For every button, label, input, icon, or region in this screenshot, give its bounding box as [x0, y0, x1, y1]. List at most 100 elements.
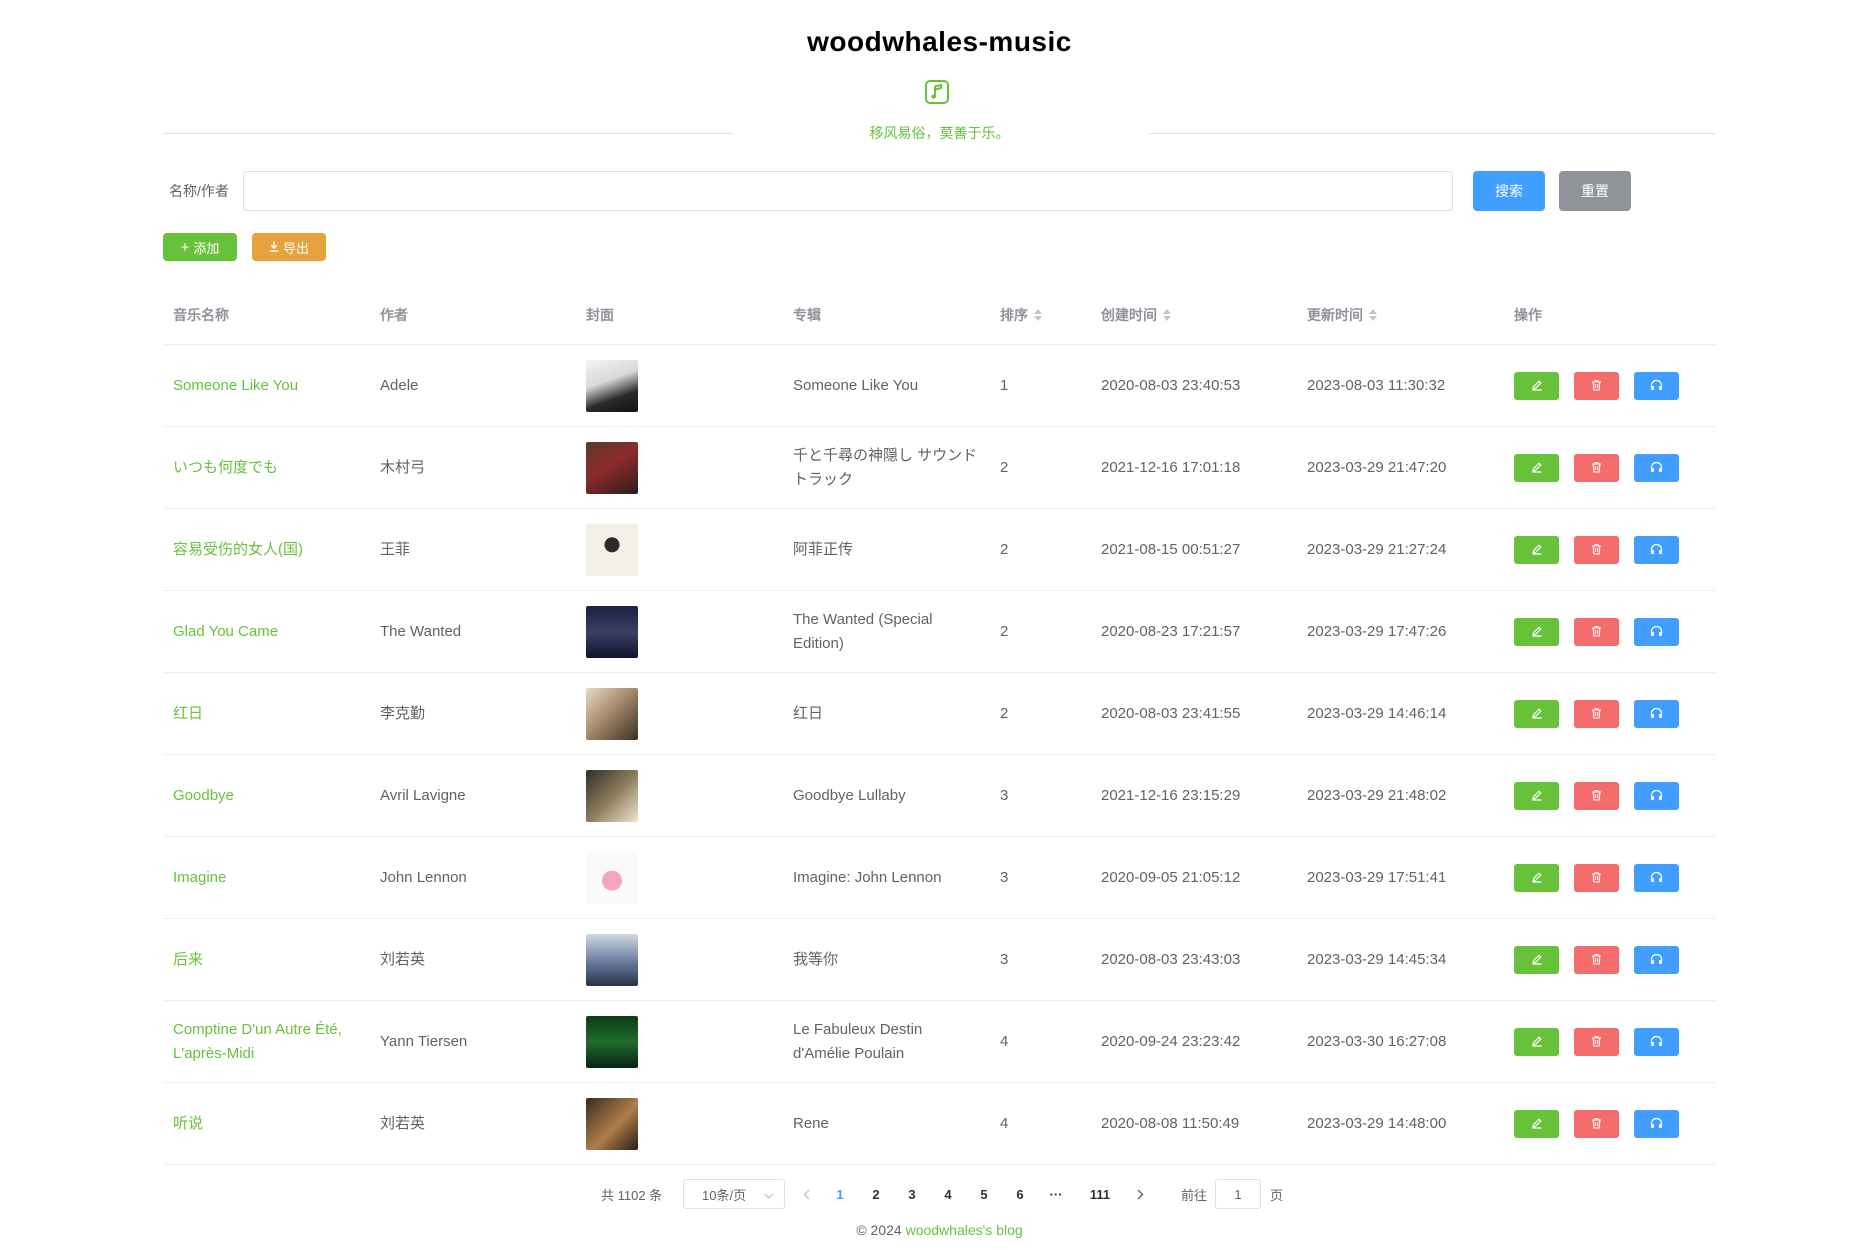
play-button[interactable] — [1634, 1028, 1679, 1056]
play-button[interactable] — [1634, 864, 1679, 892]
column-header-created[interactable]: 创建时间 — [1101, 305, 1171, 325]
trash-icon — [1591, 379, 1602, 394]
table-row: 容易受伤的女人(国) 王菲 阿菲正传 2 2021-08-15 00:51:27 2023… — [163, 509, 1716, 591]
song-created-time: 2020-08-03 23:43:03 — [1101, 951, 1241, 968]
edit-button[interactable] — [1514, 454, 1559, 482]
edit-button[interactable] — [1514, 864, 1559, 892]
play-button[interactable] — [1634, 946, 1679, 974]
column-header-updated[interactable]: 更新时间 — [1307, 305, 1377, 325]
column-header-sort[interactable]: 排序 — [1000, 305, 1042, 325]
song-updated-time: 2023-03-30 16:27:08 — [1307, 1033, 1447, 1050]
edit-button[interactable] — [1514, 536, 1559, 564]
album-cover-image[interactable] — [586, 606, 638, 658]
delete-button[interactable] — [1574, 618, 1619, 646]
album-cover-image[interactable] — [586, 934, 638, 986]
song-name[interactable]: 听说 — [173, 1083, 363, 1165]
album-cover-image[interactable] — [586, 1098, 638, 1150]
song-artist: John Lennon — [380, 869, 467, 886]
album-cover-image[interactable] — [586, 360, 638, 412]
next-page-button[interactable] — [1125, 1179, 1155, 1209]
edit-button[interactable] — [1514, 946, 1559, 974]
reset-button[interactable]: 重置 — [1559, 171, 1631, 211]
song-album: Rene — [793, 1115, 829, 1132]
blog-link[interactable]: woodwhales's blog — [906, 1222, 1023, 1238]
more-pages-button[interactable]: ··· — [1041, 1179, 1071, 1209]
cover-cell — [586, 427, 646, 509]
album-cover-image[interactable] — [586, 442, 638, 494]
row-actions — [1514, 345, 1704, 427]
song-created-time: 2021-12-16 17:01:18 — [1101, 459, 1241, 476]
delete-button[interactable] — [1574, 1028, 1619, 1056]
edit-button[interactable] — [1514, 618, 1559, 646]
export-button[interactable]: 导出 — [252, 233, 326, 261]
row-actions — [1514, 755, 1704, 837]
sort-caret-icon[interactable] — [1369, 309, 1377, 321]
chevron-down-icon — [764, 1187, 774, 1202]
delete-button[interactable] — [1574, 700, 1619, 728]
song-name[interactable]: 后来 — [173, 919, 363, 1001]
page-number[interactable]: 6 — [1005, 1179, 1035, 1209]
page-number[interactable]: 3 — [897, 1179, 927, 1209]
song-artist: Yann Tiersen — [380, 1033, 468, 1050]
delete-button[interactable] — [1574, 536, 1619, 564]
sort-caret-icon[interactable] — [1163, 309, 1171, 321]
song-name[interactable]: いつも何度でも — [173, 427, 363, 509]
song-name[interactable]: Comptine D'un Autre Été, L'après-Midi — [173, 1001, 363, 1083]
song-updated-time: 2023-03-29 17:51:41 — [1307, 869, 1447, 886]
delete-button[interactable] — [1574, 946, 1619, 974]
goto-page-input[interactable]: 1 — [1215, 1179, 1261, 1209]
delete-button[interactable] — [1574, 782, 1619, 810]
music-table: 音乐名称 作者 封面 专辑 排序 创建时间 更新时间 操作 Someone Li… — [163, 283, 1716, 1165]
edit-icon — [1531, 1117, 1543, 1132]
pagination: 共 1102 条 10条/页 1 2 3 4 5 6 ··· 111 前往 1 … — [163, 1179, 1716, 1209]
edit-button[interactable] — [1514, 1028, 1559, 1056]
page-number[interactable]: 5 — [969, 1179, 999, 1209]
edit-button[interactable] — [1514, 1110, 1559, 1138]
page-number[interactable]: 111 — [1083, 1179, 1117, 1209]
chevron-right-icon — [1137, 1189, 1143, 1199]
song-updated-time: 2023-03-29 14:48:00 — [1307, 1115, 1447, 1132]
edit-icon — [1531, 789, 1543, 804]
headphones-icon — [1650, 379, 1663, 394]
album-cover-image[interactable] — [586, 770, 638, 822]
edit-button[interactable] — [1514, 372, 1559, 400]
row-actions — [1514, 1083, 1704, 1165]
page-size-select[interactable]: 10条/页 — [683, 1179, 785, 1209]
column-header-name: 音乐名称 — [173, 307, 229, 323]
album-cover-image[interactable] — [586, 1016, 638, 1068]
prev-page-button[interactable] — [791, 1179, 821, 1209]
delete-button[interactable] — [1574, 864, 1619, 892]
play-button[interactable] — [1634, 454, 1679, 482]
page-number[interactable]: 4 — [933, 1179, 963, 1209]
play-button[interactable] — [1634, 700, 1679, 728]
song-name[interactable]: Glad You Came — [173, 591, 363, 673]
delete-button[interactable] — [1574, 372, 1619, 400]
song-sort: 4 — [1000, 1033, 1009, 1050]
play-button[interactable] — [1634, 536, 1679, 564]
search-input[interactable] — [243, 171, 1453, 211]
song-artist: 刘若英 — [380, 951, 426, 968]
song-name[interactable]: 红日 — [173, 673, 363, 755]
song-name[interactable]: Imagine — [173, 837, 363, 919]
play-button[interactable] — [1634, 372, 1679, 400]
edit-button[interactable] — [1514, 700, 1559, 728]
search-button[interactable]: 搜索 — [1473, 171, 1545, 211]
play-button[interactable] — [1634, 618, 1679, 646]
page-number[interactable]: 2 — [861, 1179, 891, 1209]
edit-button[interactable] — [1514, 782, 1559, 810]
sort-caret-icon[interactable] — [1034, 309, 1042, 321]
song-name[interactable]: 容易受伤的女人(国) — [173, 509, 363, 591]
song-name[interactable]: Goodbye — [173, 755, 363, 837]
album-cover-image[interactable] — [586, 852, 638, 904]
song-name[interactable]: Someone Like You — [173, 345, 363, 427]
album-cover-image[interactable] — [586, 688, 638, 740]
delete-button[interactable] — [1574, 1110, 1619, 1138]
add-button[interactable]: + 添加 — [163, 233, 237, 261]
song-artist: 刘若英 — [380, 1115, 426, 1132]
plus-icon: + — [180, 238, 190, 256]
play-button[interactable] — [1634, 782, 1679, 810]
page-number[interactable]: 1 — [825, 1179, 855, 1209]
delete-button[interactable] — [1574, 454, 1619, 482]
album-cover-image[interactable] — [586, 524, 638, 576]
play-button[interactable] — [1634, 1110, 1679, 1138]
